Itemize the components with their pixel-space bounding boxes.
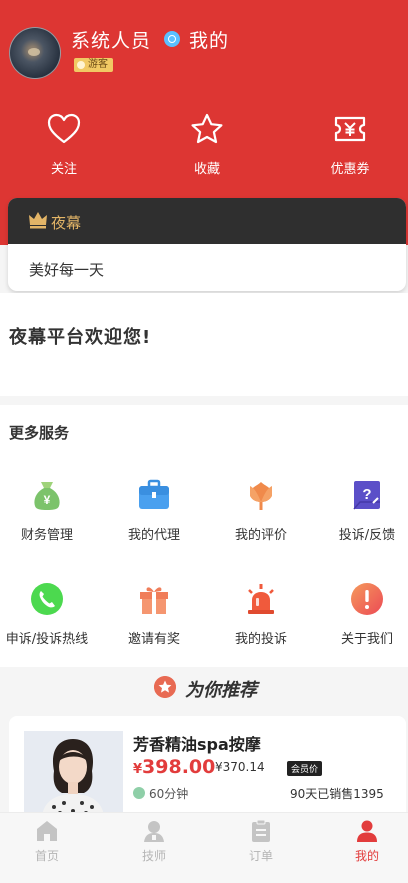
heart-icon: [47, 113, 81, 144]
vip-slogan: 美好每一天: [29, 261, 105, 279]
price-value: 398.00: [142, 756, 216, 778]
recommend-title: 为你推荐: [185, 680, 257, 701]
home-icon: [37, 821, 57, 841]
order-icon: [252, 819, 270, 842]
money-bag-icon: ¥: [34, 482, 60, 510]
phone-icon: [31, 583, 63, 615]
user-name: 系统人员: [71, 30, 152, 52]
guest-badge: 游客: [74, 58, 113, 72]
currency-symbol: ¥: [133, 762, 143, 777]
tab-mine-label: 我的: [354, 849, 379, 863]
product-title: 芳香精油spa按摩: [133, 735, 261, 754]
tab-home[interactable]: 首页: [0, 819, 98, 864]
tab-mine[interactable]: 我的: [316, 819, 408, 864]
favorites-label: 收藏: [193, 162, 220, 177]
product-card[interactable]: 芳香精油spa按摩 ¥398.00 ¥370.14 会员价 60分钟 90天已销…: [9, 716, 406, 816]
coupon-button[interactable]: 优惠券: [295, 113, 405, 177]
about-us-button[interactable]: 关于我们: [316, 582, 408, 647]
tab-home-label: 首页: [34, 849, 59, 863]
alarm-icon: [248, 584, 274, 614]
svg-text:¥: ¥: [44, 493, 51, 507]
product-price: ¥398.00: [133, 756, 215, 778]
bottom-tab-bar: 首页 技师 订单 我的: [0, 812, 408, 883]
my-complaints-label: 我的投诉: [234, 632, 287, 647]
my-complaints-button[interactable]: 我的投诉: [210, 582, 312, 647]
tab-orders-label: 订单: [248, 849, 273, 863]
hotline-label: 申诉/投诉热线: [5, 632, 89, 647]
clock-icon: [133, 787, 145, 799]
star-icon: [191, 113, 223, 144]
agent-label: 我的代理: [127, 528, 180, 543]
info-icon: [351, 583, 383, 615]
flower-icon: [250, 482, 272, 510]
services-title: 更多服务: [9, 424, 70, 442]
svg-text:?: ?: [362, 486, 371, 503]
recommend-section: 为你推荐 芳香精油spa按摩 ¥398.00 ¥370.14 会员价 60分钟 …: [0, 667, 408, 816]
feedback-label: 投诉/反馈: [338, 528, 396, 543]
tab-orders[interactable]: 订单: [210, 819, 312, 864]
favorites-button[interactable]: 收藏: [152, 113, 262, 177]
star-badge-icon: [154, 676, 176, 698]
product-image: [24, 731, 123, 816]
follow-button[interactable]: 关注: [9, 113, 119, 177]
coupon-label: 优惠券: [330, 162, 370, 177]
services-section: 更多服务 ¥ 财务管理 我的代理 我的评价 ? 投诉/反馈 申诉/投诉热线 邀请…: [0, 405, 408, 667]
invite-label: 邀请有奖: [127, 632, 180, 647]
user-icon: [357, 820, 377, 842]
tab-technician[interactable]: 技师: [103, 819, 205, 864]
tab-technician-label: 技师: [141, 849, 166, 863]
agent-button[interactable]: 我的代理: [103, 478, 205, 543]
feedback-button[interactable]: ? 投诉/反馈: [316, 478, 408, 543]
my-reviews-button[interactable]: 我的评价: [210, 478, 312, 543]
finance-label: 财务管理: [20, 528, 73, 543]
coupon-icon: [334, 116, 366, 142]
follow-label: 关注: [50, 162, 77, 177]
welcome-text: 夜幕平台欢迎您!: [9, 327, 152, 348]
hotline-button[interactable]: 申诉/投诉热线: [0, 582, 98, 647]
male-gender-icon: [164, 31, 180, 47]
finance-button[interactable]: ¥ 财务管理: [0, 478, 98, 543]
mine-label: 我的: [189, 30, 230, 52]
crown-icon: [29, 212, 47, 229]
technician-icon: [144, 821, 164, 842]
my-reviews-label: 我的评价: [234, 528, 287, 543]
feedback-icon: ?: [353, 481, 380, 510]
invite-button[interactable]: 邀请有奖: [103, 582, 205, 647]
about-us-label: 关于我们: [340, 632, 393, 647]
gift-icon: [140, 587, 168, 614]
vip-card-header: 夜幕: [8, 198, 406, 244]
welcome-section: 夜幕平台欢迎您!: [0, 293, 408, 396]
avatar[interactable]: [9, 27, 61, 79]
vip-card[interactable]: 夜幕 美好每一天: [8, 198, 406, 291]
sales-count: 90天已销售1395: [290, 787, 384, 801]
vip-title: 夜幕: [51, 214, 82, 232]
recommend-header: 为你推荐: [0, 676, 408, 701]
member-price-badge: 会员价: [287, 761, 323, 776]
service-duration: 60分钟: [149, 787, 189, 801]
member-price: ¥370.14: [215, 760, 265, 774]
briefcase-icon: [139, 479, 169, 509]
